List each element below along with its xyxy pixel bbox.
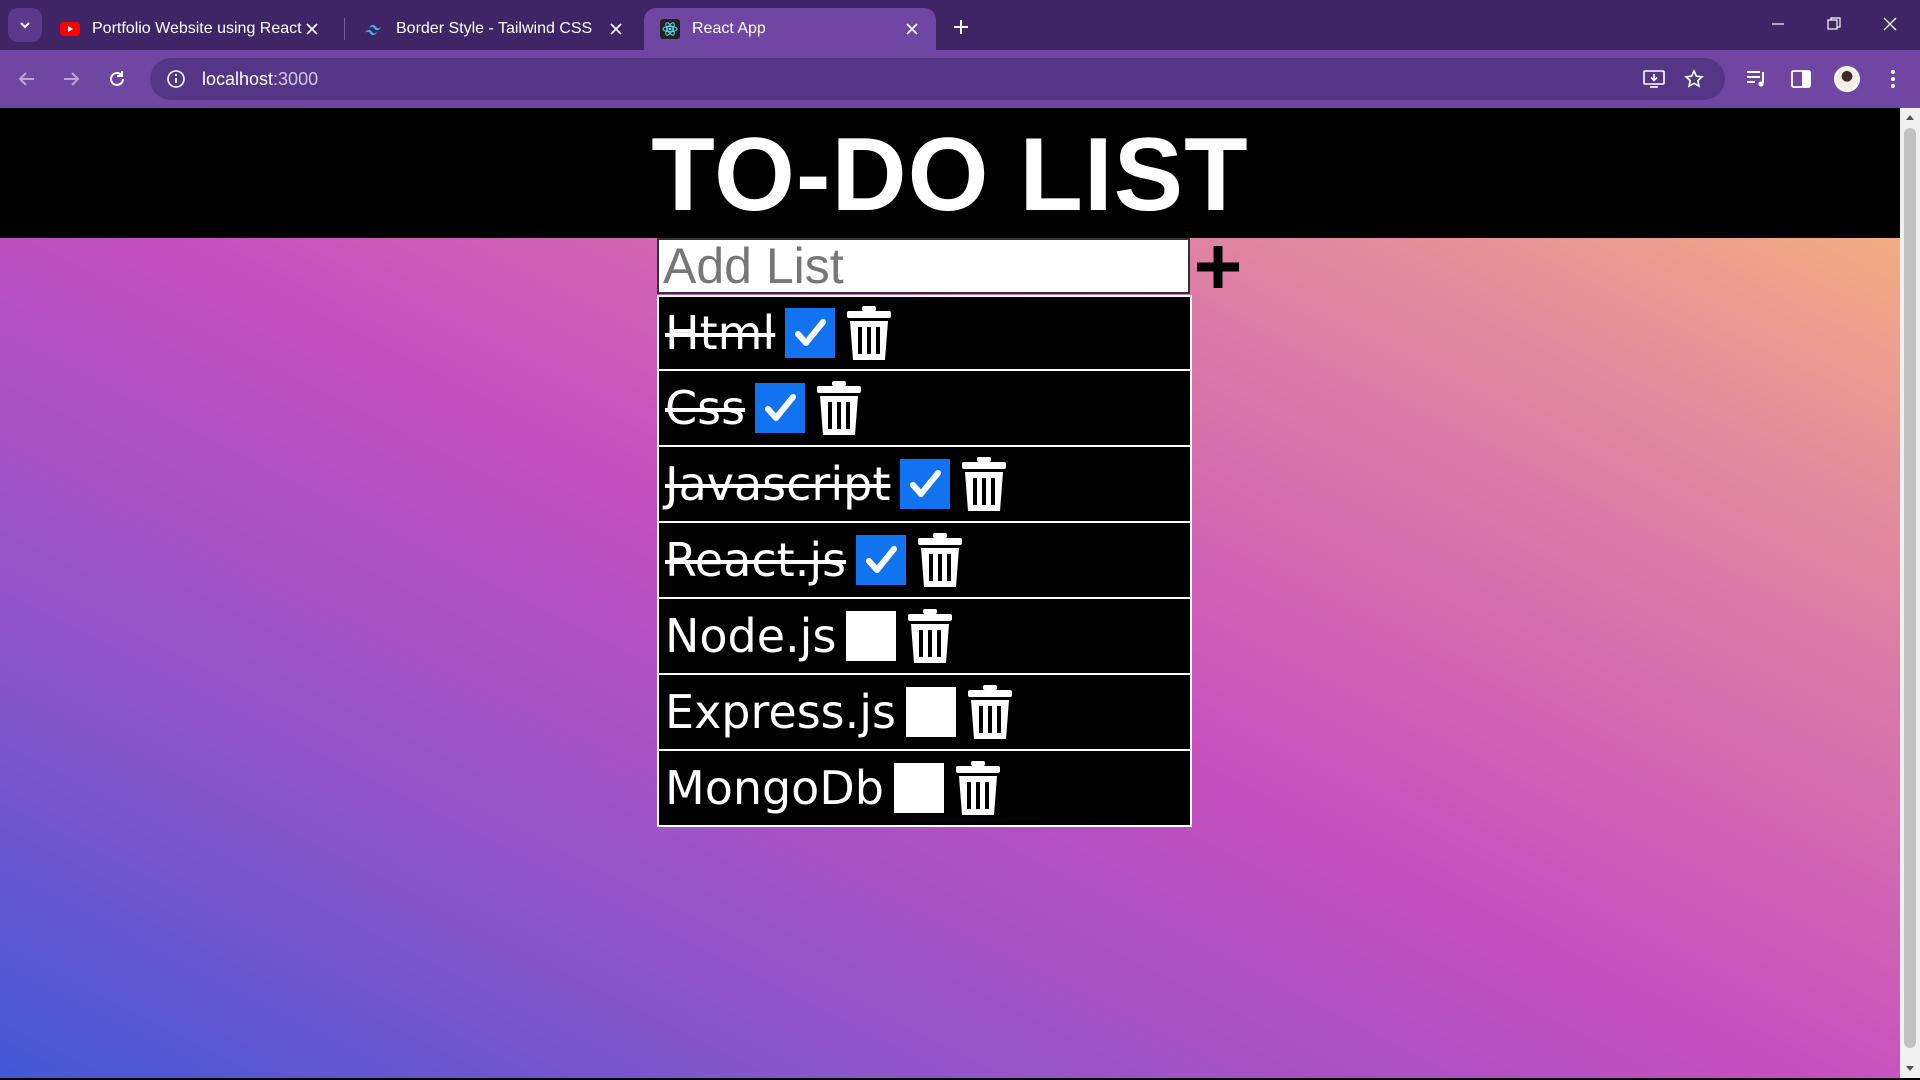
todo-item: Express.js xyxy=(657,675,1192,751)
tab-search-button[interactable] xyxy=(8,8,42,42)
arrow-left-icon xyxy=(18,72,34,86)
todo-text: Javascript xyxy=(665,457,891,511)
tab-strip: Portfolio Website using React a Border S… xyxy=(0,0,1920,50)
new-tab-button[interactable] xyxy=(946,12,976,42)
youtube-icon xyxy=(60,19,80,39)
address-bar[interactable]: localhost:3000 xyxy=(150,58,1725,100)
todo-checkbox[interactable] xyxy=(856,535,907,585)
todo-text: Express.js xyxy=(665,685,896,739)
minimize-icon xyxy=(1772,23,1784,25)
media-control-icon[interactable] xyxy=(1740,62,1774,96)
tailwind-icon xyxy=(364,19,384,39)
plus-icon xyxy=(954,20,968,34)
arrow-right-icon xyxy=(64,72,80,86)
delete-button[interactable] xyxy=(916,531,964,589)
scroll-thumb[interactable] xyxy=(1904,128,1916,1048)
checkmark-icon xyxy=(866,546,898,573)
todo-item: Css xyxy=(657,371,1192,447)
page-viewport: TO-DO LIST Html Css Javascript React.js Node… xyxy=(0,108,1900,1078)
todo-checkbox[interactable] xyxy=(755,383,806,433)
scroll-down-arrow[interactable] xyxy=(1900,1060,1920,1078)
reload-button[interactable] xyxy=(100,62,134,96)
todo-list: Html Css Javascript React.js Node.js Express.… xyxy=(657,295,1192,827)
restore-icon xyxy=(1827,17,1841,30)
tab-title: Border Style - Tailwind CSS xyxy=(396,20,593,37)
trash-icon xyxy=(908,609,953,663)
reload-icon xyxy=(110,71,124,86)
browser-toolbar: localhost:3000 xyxy=(0,50,1920,108)
trash-icon xyxy=(918,533,963,587)
todo-item: Html xyxy=(657,295,1192,371)
checkmark-icon xyxy=(910,470,942,497)
site-info-icon[interactable] xyxy=(156,58,196,100)
kebab-menu-icon xyxy=(1891,70,1895,88)
delete-button[interactable] xyxy=(906,607,954,665)
restore-button[interactable] xyxy=(1814,6,1854,42)
checkmark-icon xyxy=(795,319,827,346)
delete-button[interactable] xyxy=(815,379,863,437)
page-title: TO-DO LIST xyxy=(651,116,1249,233)
app-header: TO-DO LIST xyxy=(0,108,1900,238)
side-panel-icon[interactable] xyxy=(1784,62,1818,96)
bookmark-star-icon[interactable] xyxy=(1677,62,1711,96)
tab-border-style[interactable]: Border Style - Tailwind CSS xyxy=(348,8,640,50)
forward-button[interactable] xyxy=(54,62,88,96)
back-button[interactable] xyxy=(10,62,44,96)
todo-text: React.js xyxy=(665,533,847,587)
chevron-down-icon xyxy=(20,22,30,29)
add-button[interactable] xyxy=(1190,239,1246,295)
trash-icon xyxy=(968,685,1012,739)
close-window-button[interactable] xyxy=(1870,6,1910,42)
todo-text: MongoDb xyxy=(665,761,884,815)
todo-item: Javascript xyxy=(657,447,1192,523)
url-host: localhost xyxy=(202,68,274,89)
close-icon[interactable] xyxy=(606,19,626,39)
delete-button[interactable] xyxy=(845,304,893,362)
install-app-icon[interactable] xyxy=(1637,62,1671,96)
todo-checkbox[interactable] xyxy=(906,687,956,737)
todo-checkbox[interactable] xyxy=(893,763,944,813)
delete-button[interactable] xyxy=(960,455,1008,513)
close-icon xyxy=(1883,17,1897,31)
tab-separator xyxy=(344,18,345,40)
todo-checkbox[interactable] xyxy=(900,459,951,509)
trash-icon xyxy=(962,457,1007,511)
todo-item: Node.js xyxy=(657,599,1192,675)
add-list-input[interactable] xyxy=(657,238,1190,294)
tab-portfolio[interactable]: Portfolio Website using React a xyxy=(44,8,336,50)
todo-checkbox[interactable] xyxy=(846,611,897,661)
todo-text: Html xyxy=(665,306,776,360)
react-icon xyxy=(660,19,680,39)
trash-icon xyxy=(847,306,892,360)
tab-react-app[interactable]: React App xyxy=(644,8,936,50)
url-text: localhost:3000 xyxy=(202,69,318,90)
plus-icon xyxy=(1197,246,1239,288)
delete-button[interactable] xyxy=(954,759,1002,817)
tab-title: React App xyxy=(692,20,766,37)
todo-item: MongoDb xyxy=(657,751,1192,827)
tab-title: Portfolio Website using React a xyxy=(92,20,302,37)
todo-item: React.js xyxy=(657,523,1192,599)
close-icon[interactable] xyxy=(302,19,322,39)
trash-icon xyxy=(955,761,1000,815)
delete-button[interactable] xyxy=(966,683,1014,741)
todo-checkbox[interactable] xyxy=(785,308,836,358)
url-port: :3000 xyxy=(273,68,319,89)
scrollbar[interactable] xyxy=(1900,108,1920,1078)
scroll-up-arrow[interactable] xyxy=(1900,108,1920,126)
todo-text: Node.js xyxy=(665,609,837,663)
close-icon[interactable] xyxy=(902,19,922,39)
todo-text: Css xyxy=(665,381,746,435)
avatar xyxy=(1834,66,1860,92)
trash-icon xyxy=(817,381,862,435)
checkmark-icon xyxy=(765,394,797,421)
menu-button[interactable] xyxy=(1876,62,1910,96)
profile-avatar[interactable] xyxy=(1830,62,1864,96)
minimize-button[interactable] xyxy=(1758,6,1798,42)
